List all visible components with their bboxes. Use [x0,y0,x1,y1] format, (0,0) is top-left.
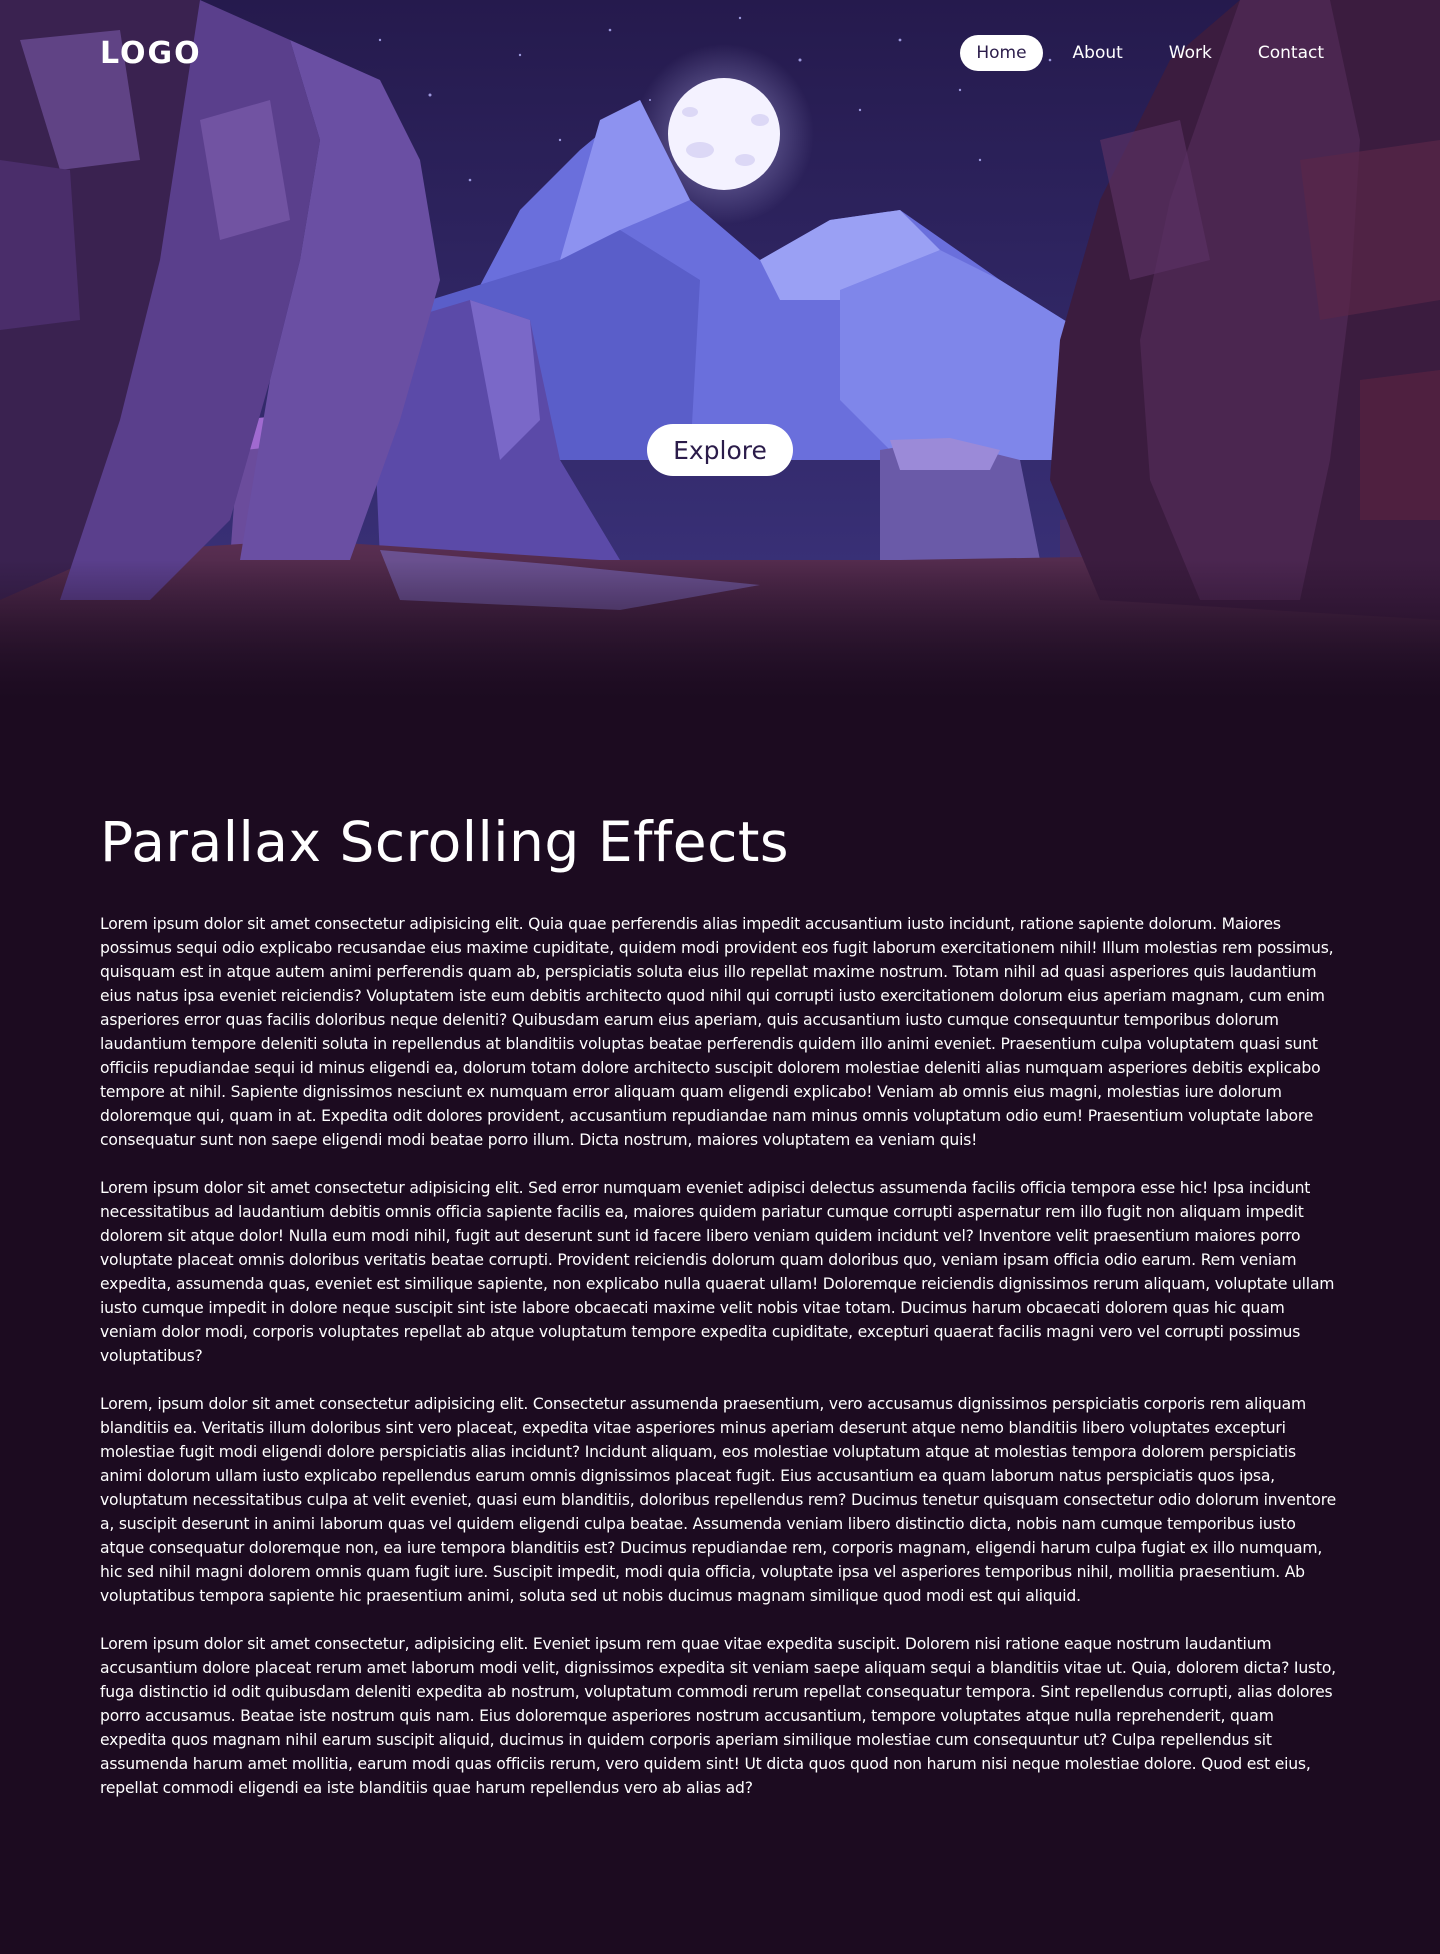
paragraph-4: Lorem ipsum dolor sit amet consectetur, … [100,1635,1336,1797]
site-header: LOGO Home About Work Contact [0,0,1440,106]
nav-contact[interactable]: Contact [1242,35,1340,71]
paragraph-3: Lorem, ipsum dolor sit amet consectetur … [100,1395,1337,1605]
paragraph-2: Lorem ipsum dolor sit amet consectetur a… [100,1179,1335,1365]
hero-section: LOGO Home About Work Contact Explore [0,0,1440,700]
nav-about[interactable]: About [1057,35,1139,71]
nav-work[interactable]: Work [1153,35,1228,71]
main-content: Parallax Scrolling Effects Lorem ipsum d… [100,808,1340,1824]
page-title: Parallax Scrolling Effects [100,810,790,874]
main-nav: Home About Work Contact [952,35,1340,71]
paragraph-1: Lorem ipsum dolor sit amet consectetur a… [100,915,1334,1149]
nav-home[interactable]: Home [960,35,1043,71]
logo[interactable]: LOGO [100,36,202,71]
explore-button[interactable]: Explore [647,424,793,476]
